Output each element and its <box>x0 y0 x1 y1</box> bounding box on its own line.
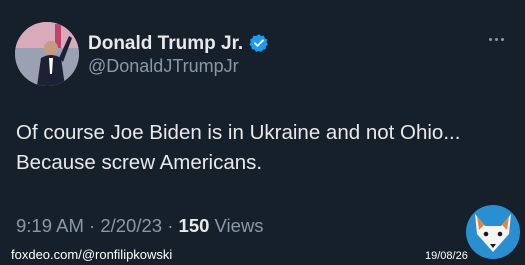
verified-badge-icon <box>249 34 268 52</box>
views-label[interactable]: Views <box>215 215 264 236</box>
author-name[interactable]: Donald Trump Jr. <box>88 33 243 55</box>
more-horizontal-icon[interactable] <box>485 32 507 46</box>
avatar-image <box>15 22 79 86</box>
watermark-source: foxdeo.com/@ronfilipkowski <box>11 247 173 262</box>
fox-logo-icon <box>466 205 520 259</box>
view-count[interactable]: 150 <box>179 215 210 236</box>
tweet-meta: 9:19 AM · 2/20/23 · 150 Views <box>16 215 264 237</box>
tweet-line: Because screw Americans. <box>16 151 263 174</box>
tweet-line: Of course Joe Biden is in Ukraine and no… <box>16 121 461 144</box>
tweet-date[interactable]: 2/20/23 <box>100 215 162 236</box>
meta-separator: · <box>89 215 96 236</box>
avatar[interactable] <box>15 22 79 86</box>
author-handle[interactable]: @DonaldJTrumpJr <box>88 56 239 77</box>
watermark-date: 19/08/26 <box>425 250 468 262</box>
meta-separator: · <box>167 215 174 236</box>
tweet-time[interactable]: 9:19 AM <box>16 215 84 236</box>
tweet-text: Of course Joe Biden is in Ukraine and no… <box>16 118 516 178</box>
